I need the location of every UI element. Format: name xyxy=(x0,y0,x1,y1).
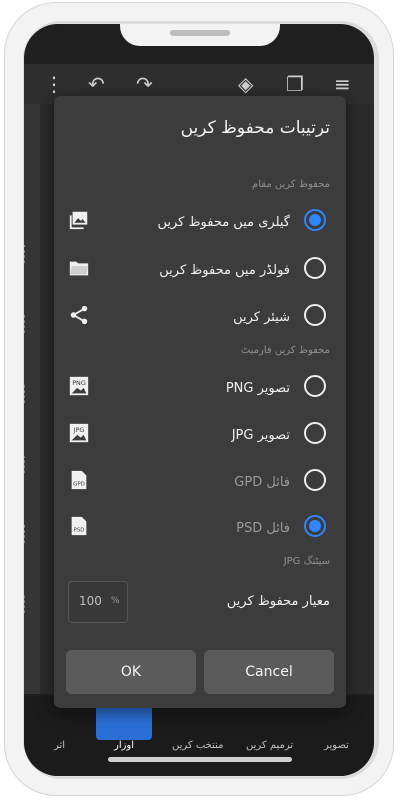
bottom-navigation: تصویر ترمیم کریں منتخب کریں اوزار اثر xyxy=(24,696,374,776)
radio-unselected[interactable] xyxy=(304,469,326,491)
undo-icon[interactable]: ↶ xyxy=(88,72,105,96)
option-format-psd[interactable]: PSD فائل PSD xyxy=(54,509,346,549)
ruler-label: 5000 xyxy=(24,524,26,545)
ok-button[interactable]: OK xyxy=(66,650,196,694)
ruler-label: 4000 xyxy=(24,454,26,475)
speaker-grille xyxy=(170,30,230,36)
save-location-section-label: محفوظ کریں مقام xyxy=(252,179,330,190)
share-icon xyxy=(70,305,88,325)
pages-icon[interactable]: ❐ xyxy=(286,72,304,96)
quality-value: 100 xyxy=(79,594,102,608)
option-label: گیلری میں محفوظ کریں xyxy=(157,215,291,230)
option-format-gpd[interactable]: GPD فائل GPD xyxy=(54,463,346,503)
option-label: تصویر JPG xyxy=(231,428,290,443)
ruler-label: 2000 xyxy=(24,314,26,335)
option-label: فائل GPD xyxy=(234,475,290,490)
svg-text:GPD: GPD xyxy=(73,482,85,488)
layers-icon[interactable]: ◈ xyxy=(238,72,253,96)
psd-file-icon: PSD xyxy=(71,516,87,536)
radio-unselected[interactable] xyxy=(304,304,326,326)
svg-text:PSD: PSD xyxy=(73,528,84,534)
option-format-jpg[interactable]: JPG تصویر JPG xyxy=(54,416,346,456)
svg-text:PNG: PNG xyxy=(72,379,86,387)
png-file-icon: PNG xyxy=(69,376,89,396)
more-vert-icon[interactable]: ⋮ xyxy=(44,72,64,96)
option-save-folder[interactable]: فولڈر میں محفوظ کریں xyxy=(54,251,346,291)
ruler-label: 1000 xyxy=(24,244,26,265)
radio-unselected[interactable] xyxy=(304,375,326,397)
ruler-label: 3000 xyxy=(24,384,26,405)
quality-label: معیار محفوظ کریں xyxy=(226,594,330,609)
gpd-file-icon: GPD xyxy=(71,470,87,490)
svg-text:JPG: JPG xyxy=(73,426,85,434)
home-indicator xyxy=(108,757,292,762)
option-share[interactable]: شیئر کریں xyxy=(54,298,346,338)
save-settings-dialog: ترتیبات محفوظ کریں محفوظ کریں مقام گیلری… xyxy=(54,96,346,708)
option-label: تصویر PNG xyxy=(225,381,290,396)
option-label: فائل PSD xyxy=(236,521,290,536)
menu-icon[interactable]: ≡ xyxy=(334,72,351,96)
save-format-section-label: محفوظ کریں فارمیٹ xyxy=(240,345,330,356)
option-label: شیئر کریں xyxy=(233,310,290,325)
nav-tab-image[interactable]: تصویر xyxy=(324,740,349,751)
radio-selected[interactable] xyxy=(304,515,326,537)
ruler-label: 6000 xyxy=(24,594,26,615)
option-save-gallery[interactable]: گیلری میں محفوظ کریں xyxy=(54,203,346,243)
folder-icon xyxy=(69,261,89,276)
option-format-png[interactable]: PNG تصویر PNG xyxy=(54,369,346,409)
radio-selected[interactable] xyxy=(304,209,326,231)
redo-icon[interactable]: ↷ xyxy=(136,72,153,96)
vertical-ruler: 1000 2000 3000 4000 5000 6000 xyxy=(24,104,40,694)
radio-unselected[interactable] xyxy=(304,257,326,279)
nav-tab-adjust[interactable]: ترمیم کریں xyxy=(246,740,293,751)
quality-input[interactable]: 100 % xyxy=(68,581,128,623)
jpg-settings-section-label: سیٹنگ JPG xyxy=(283,556,330,567)
option-label: فولڈر میں محفوظ کریں xyxy=(159,263,290,278)
quality-unit: % xyxy=(111,596,120,606)
nav-tab-effects[interactable]: اثر xyxy=(54,740,65,751)
image-gallery-icon xyxy=(69,211,88,230)
nav-tab-select[interactable]: منتخب کریں xyxy=(172,740,224,751)
jpg-file-icon: JPG xyxy=(69,423,89,443)
nav-tab-tools[interactable]: اوزار xyxy=(114,740,134,751)
dialog-title: ترتیبات محفوظ کریں xyxy=(180,118,330,138)
radio-unselected[interactable] xyxy=(304,422,326,444)
cancel-button[interactable]: Cancel xyxy=(204,650,334,694)
